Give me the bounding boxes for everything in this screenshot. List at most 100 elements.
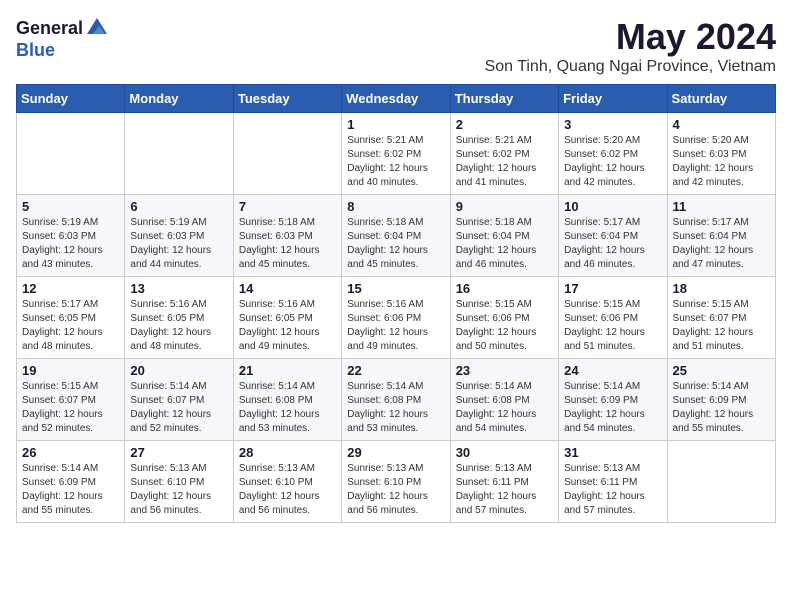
day-number: 23	[456, 363, 553, 378]
day-number: 9	[456, 199, 553, 214]
day-number: 7	[239, 199, 336, 214]
day-number: 4	[673, 117, 770, 132]
calendar-cell	[125, 113, 233, 195]
day-info: Sunrise: 5:18 AMSunset: 6:04 PMDaylight:…	[456, 216, 553, 272]
day-number: 13	[130, 281, 227, 296]
logo-icon	[85, 16, 109, 40]
calendar-cell: 2Sunrise: 5:21 AMSunset: 6:02 PMDaylight…	[450, 113, 558, 195]
calendar-cell	[667, 441, 775, 523]
calendar-week-row: 5 Sunrise: 5:19 AMSunset: 6:03 PMDaylight…	[17, 195, 776, 277]
day-info: Sunrise: 5:14 AMSunset: 6:09 PMDaylight:…	[22, 462, 119, 518]
calendar-cell: 25Sunrise: 5:14 AMSunset: 6:09 PMDayligh…	[667, 359, 775, 441]
calendar-cell: 20 Sunrise: 5:14 AMSunset: 6:07 PMDayligh…	[125, 359, 233, 441]
day-number: 17	[564, 281, 661, 296]
calendar-cell: 26 Sunrise: 5:14 AMSunset: 6:09 PMDayligh…	[17, 441, 125, 523]
day-number: 8	[347, 199, 444, 214]
calendar-table: SundayMondayTuesdayWednesdayThursdayFrid…	[16, 84, 776, 523]
calendar-cell: 11Sunrise: 5:17 AMSunset: 6:04 PMDayligh…	[667, 195, 775, 277]
day-info: Sunrise: 5:13 AMSunset: 6:10 PMDaylight:…	[130, 462, 227, 518]
day-info: Sunrise: 5:13 AMSunset: 6:10 PMDaylight:…	[239, 462, 336, 518]
day-number: 2	[456, 117, 553, 132]
calendar-cell	[233, 113, 341, 195]
calendar-cell: 5 Sunrise: 5:19 AMSunset: 6:03 PMDaylight…	[17, 195, 125, 277]
day-info: Sunrise: 5:13 AMSunset: 6:11 PMDaylight:…	[456, 462, 553, 518]
day-number: 24	[564, 363, 661, 378]
day-info: Sunrise: 5:17 AMSunset: 6:05 PMDaylight:…	[22, 298, 119, 354]
day-number: 16	[456, 281, 553, 296]
calendar-cell: 16 Sunrise: 5:15 AMSunset: 6:06 PMDayligh…	[450, 277, 558, 359]
calendar-cell: 22 Sunrise: 5:14 AMSunset: 6:08 PMDayligh…	[342, 359, 450, 441]
weekday-header-friday: Friday	[559, 85, 667, 113]
day-info: Sunrise: 5:15 AMSunset: 6:06 PMDaylight:…	[456, 298, 553, 354]
calendar-cell: 1 Sunrise: 5:21 AMSunset: 6:02 PMDaylight…	[342, 113, 450, 195]
day-number: 18	[673, 281, 770, 296]
calendar-cell: 8 Sunrise: 5:18 AMSunset: 6:04 PMDaylight…	[342, 195, 450, 277]
weekday-header-wednesday: Wednesday	[342, 85, 450, 113]
calendar-cell: 17 Sunrise: 5:15 AMSunset: 6:06 PMDayligh…	[559, 277, 667, 359]
day-info: Sunrise: 5:15 AMSunset: 6:06 PMDaylight:…	[564, 298, 661, 354]
calendar-cell: 28 Sunrise: 5:13 AMSunset: 6:10 PMDayligh…	[233, 441, 341, 523]
day-info: Sunrise: 5:14 AMSunset: 6:09 PMDaylight:…	[673, 380, 770, 436]
logo: General Blue	[16, 16, 109, 61]
day-number: 6	[130, 199, 227, 214]
day-number: 15	[347, 281, 444, 296]
calendar-cell: 3 Sunrise: 5:20 AMSunset: 6:02 PMDaylight…	[559, 113, 667, 195]
calendar-cell: 4 Sunrise: 5:20 AMSunset: 6:03 PMDaylight…	[667, 113, 775, 195]
day-info: Sunrise: 5:13 AMSunset: 6:10 PMDaylight:…	[347, 462, 444, 518]
day-info: Sunrise: 5:14 AMSunset: 6:09 PMDaylight:…	[564, 380, 661, 436]
weekday-header-thursday: Thursday	[450, 85, 558, 113]
day-number: 27	[130, 445, 227, 460]
day-number: 21	[239, 363, 336, 378]
calendar-cell: 21Sunrise: 5:14 AMSunset: 6:08 PMDayligh…	[233, 359, 341, 441]
calendar-week-row: 26 Sunrise: 5:14 AMSunset: 6:09 PMDayligh…	[17, 441, 776, 523]
location-subtitle: Son Tinh, Quang Ngai Province, Vietnam	[485, 58, 776, 76]
day-info: Sunrise: 5:17 AMSunset: 6:04 PMDaylight:…	[564, 216, 661, 272]
day-number: 20	[130, 363, 227, 378]
logo-blue-text: Blue	[16, 40, 55, 61]
day-number: 30	[456, 445, 553, 460]
calendar-cell: 18 Sunrise: 5:15 AMSunset: 6:07 PMDayligh…	[667, 277, 775, 359]
day-number: 22	[347, 363, 444, 378]
day-info: Sunrise: 5:13 AMSunset: 6:11 PMDaylight:…	[564, 462, 661, 518]
day-number: 12	[22, 281, 119, 296]
month-title: May 2024	[485, 16, 776, 58]
calendar-week-row: 1 Sunrise: 5:21 AMSunset: 6:02 PMDaylight…	[17, 113, 776, 195]
calendar-cell: 24 Sunrise: 5:14 AMSunset: 6:09 PMDayligh…	[559, 359, 667, 441]
weekday-header-saturday: Saturday	[667, 85, 775, 113]
day-number: 28	[239, 445, 336, 460]
calendar-cell: 9 Sunrise: 5:18 AMSunset: 6:04 PMDaylight…	[450, 195, 558, 277]
calendar-cell: 7 Sunrise: 5:18 AMSunset: 6:03 PMDaylight…	[233, 195, 341, 277]
calendar-cell: 19Sunrise: 5:15 AMSunset: 6:07 PMDayligh…	[17, 359, 125, 441]
day-number: 1	[347, 117, 444, 132]
calendar-week-row: 19Sunrise: 5:15 AMSunset: 6:07 PMDayligh…	[17, 359, 776, 441]
calendar-cell: 30 Sunrise: 5:13 AMSunset: 6:11 PMDayligh…	[450, 441, 558, 523]
day-info: Sunrise: 5:18 AMSunset: 6:04 PMDaylight:…	[347, 216, 444, 272]
day-info: Sunrise: 5:14 AMSunset: 6:08 PMDaylight:…	[347, 380, 444, 436]
calendar-cell	[17, 113, 125, 195]
calendar-cell: 31Sunrise: 5:13 AMSunset: 6:11 PMDayligh…	[559, 441, 667, 523]
day-info: Sunrise: 5:14 AMSunset: 6:07 PMDaylight:…	[130, 380, 227, 436]
calendar-cell: 14Sunrise: 5:16 AMSunset: 6:05 PMDayligh…	[233, 277, 341, 359]
day-info: Sunrise: 5:16 AMSunset: 6:06 PMDaylight:…	[347, 298, 444, 354]
day-number: 10	[564, 199, 661, 214]
calendar-cell: 13Sunrise: 5:16 AMSunset: 6:05 PMDayligh…	[125, 277, 233, 359]
calendar-cell: 6Sunrise: 5:19 AMSunset: 6:03 PMDaylight…	[125, 195, 233, 277]
title-section: May 2024 Son Tinh, Quang Ngai Province, …	[485, 16, 776, 76]
day-info: Sunrise: 5:19 AMSunset: 6:03 PMDaylight:…	[22, 216, 119, 272]
day-info: Sunrise: 5:15 AMSunset: 6:07 PMDaylight:…	[22, 380, 119, 436]
calendar-cell: 10 Sunrise: 5:17 AMSunset: 6:04 PMDayligh…	[559, 195, 667, 277]
calendar-cell: 27 Sunrise: 5:13 AMSunset: 6:10 PMDayligh…	[125, 441, 233, 523]
logo-general-text: General	[16, 18, 83, 39]
calendar-cell: 15 Sunrise: 5:16 AMSunset: 6:06 PMDayligh…	[342, 277, 450, 359]
day-info: Sunrise: 5:18 AMSunset: 6:03 PMDaylight:…	[239, 216, 336, 272]
day-number: 3	[564, 117, 661, 132]
day-info: Sunrise: 5:20 AMSunset: 6:02 PMDaylight:…	[564, 134, 661, 190]
calendar-week-row: 12 Sunrise: 5:17 AMSunset: 6:05 PMDayligh…	[17, 277, 776, 359]
day-number: 26	[22, 445, 119, 460]
calendar-cell: 29Sunrise: 5:13 AMSunset: 6:10 PMDayligh…	[342, 441, 450, 523]
day-info: Sunrise: 5:21 AMSunset: 6:02 PMDaylight:…	[347, 134, 444, 190]
day-info: Sunrise: 5:20 AMSunset: 6:03 PMDaylight:…	[673, 134, 770, 190]
day-number: 14	[239, 281, 336, 296]
day-info: Sunrise: 5:15 AMSunset: 6:07 PMDaylight:…	[673, 298, 770, 354]
day-number: 5	[22, 199, 119, 214]
